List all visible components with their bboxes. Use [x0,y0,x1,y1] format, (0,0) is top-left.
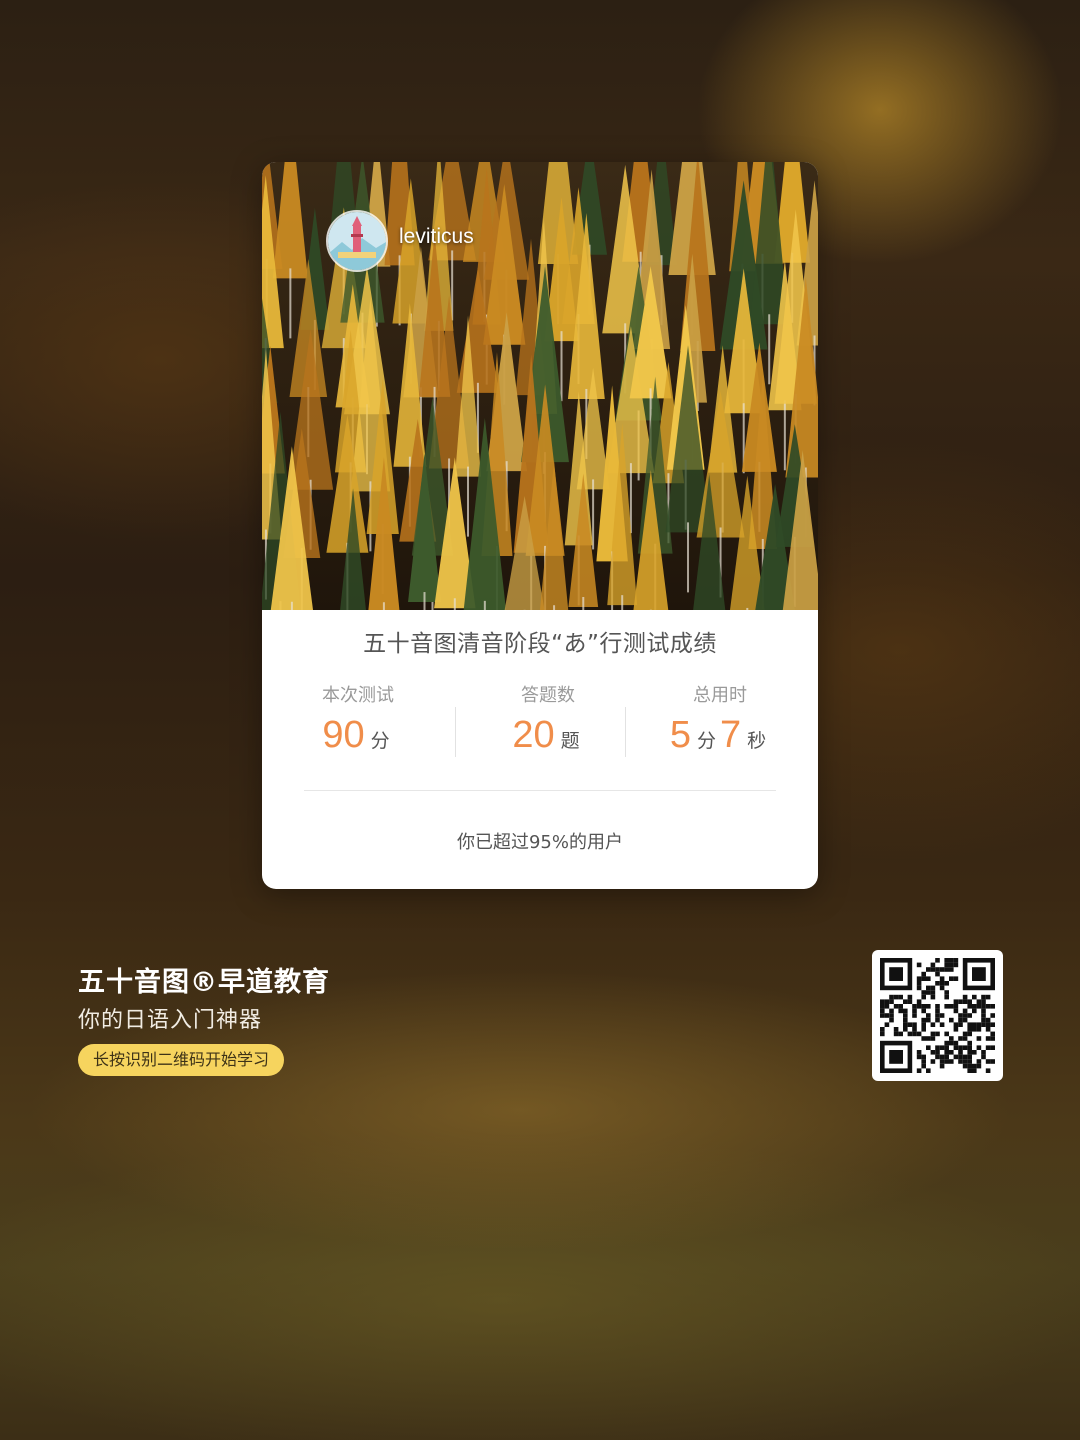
stat-divider [455,707,456,757]
total-time-label: 总用时 [693,685,747,706]
tree-trunk [582,596,585,610]
brand-tagline: 你的日语入门神器 [78,1008,263,1033]
tree-trunk [423,592,426,610]
score-unit: 分 [370,730,390,752]
tree-trunk [453,598,456,610]
tree-trunk [746,607,749,610]
tree-trunk [289,268,292,339]
stats-row: 本次测试 90 分 答题数 20 题 总用时 5分7秒 [262,682,818,762]
test-title: 五十音图清音阶段“あ”行测试成绩 [363,631,717,657]
question-count-value: 20 [512,714,555,756]
ranking-text: 你已超过95%的用户 [456,832,623,853]
time-seconds-value: 7 [720,714,742,756]
forest-photo: leviticus [262,162,818,610]
time-minutes-unit: 分 [696,730,716,752]
brand-title: 五十音图®早道教育 [78,967,330,998]
qr-code[interactable] [872,950,1003,1081]
tree-trunk [592,479,595,550]
score-value: 90 [322,714,365,756]
score-stat: 本次测试 90 分 [308,682,408,760]
card-divider [304,790,776,791]
score-label: 本次测试 [322,685,394,706]
score-card: leviticus 五十音图清音阶段“あ”行测试成绩 本次测试 90 分 答题数 … [262,162,818,889]
time-seconds-unit: 秒 [747,730,767,752]
total-time-stat: 总用时 5分7秒 [662,682,778,760]
scan-qr-hint: 长按识别二维码开始学习 [78,1044,285,1076]
tree-trunk [553,605,556,610]
tree-trunk [382,602,385,610]
time-minutes-value: 5 [669,714,691,756]
tree-trunk [483,600,486,610]
tree-trunk [621,595,624,610]
tree-trunk [768,314,771,385]
user-avatar [326,210,388,272]
tree-trunk [687,522,690,593]
question-count-label: 答题数 [521,685,575,706]
question-count-stat: 答题数 20 题 [498,682,598,760]
tree-trunk [783,400,786,471]
tree-trunk [290,601,293,610]
username: leviticus [399,225,474,248]
tree-trunk [467,466,470,537]
stat-divider [625,707,626,757]
question-count-unit: 题 [560,730,580,752]
tree-trunk [560,331,563,402]
